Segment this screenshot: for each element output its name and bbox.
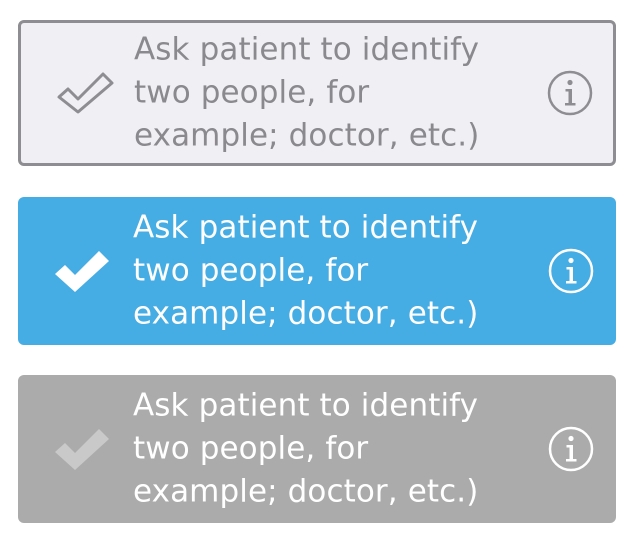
item-label-line: Ask patient to identify (133, 209, 479, 246)
info-icon[interactable] (548, 248, 594, 294)
item-label-line: example; doctor, etc.) (133, 473, 479, 510)
checklist-item-checked[interactable]: Ask patient to identify two people, for … (18, 197, 616, 345)
item-label-line: two people, for (134, 74, 370, 111)
item-label: Ask patient to identify two people, for … (133, 207, 533, 336)
info-icon[interactable] (547, 70, 593, 116)
checkmark-icon (52, 248, 112, 294)
checkmark-outline-icon (55, 70, 115, 116)
info-icon[interactable] (548, 426, 594, 472)
item-label: Ask patient to identify two people, for … (134, 29, 534, 158)
checkmark-icon (52, 426, 112, 472)
item-label: Ask patient to identify two people, for … (133, 385, 533, 514)
checklist-item-unchecked[interactable]: Ask patient to identify two people, for … (18, 20, 616, 166)
item-label-line: example; doctor, etc.) (133, 295, 479, 332)
item-label-line: Ask patient to identify (134, 31, 480, 68)
item-label-line: example; doctor, etc.) (134, 117, 480, 154)
checklist-item-disabled: Ask patient to identify two people, for … (18, 375, 616, 523)
item-label-line: two people, for (133, 252, 369, 289)
item-label-line: Ask patient to identify (133, 387, 479, 424)
item-label-line: two people, for (133, 430, 369, 467)
